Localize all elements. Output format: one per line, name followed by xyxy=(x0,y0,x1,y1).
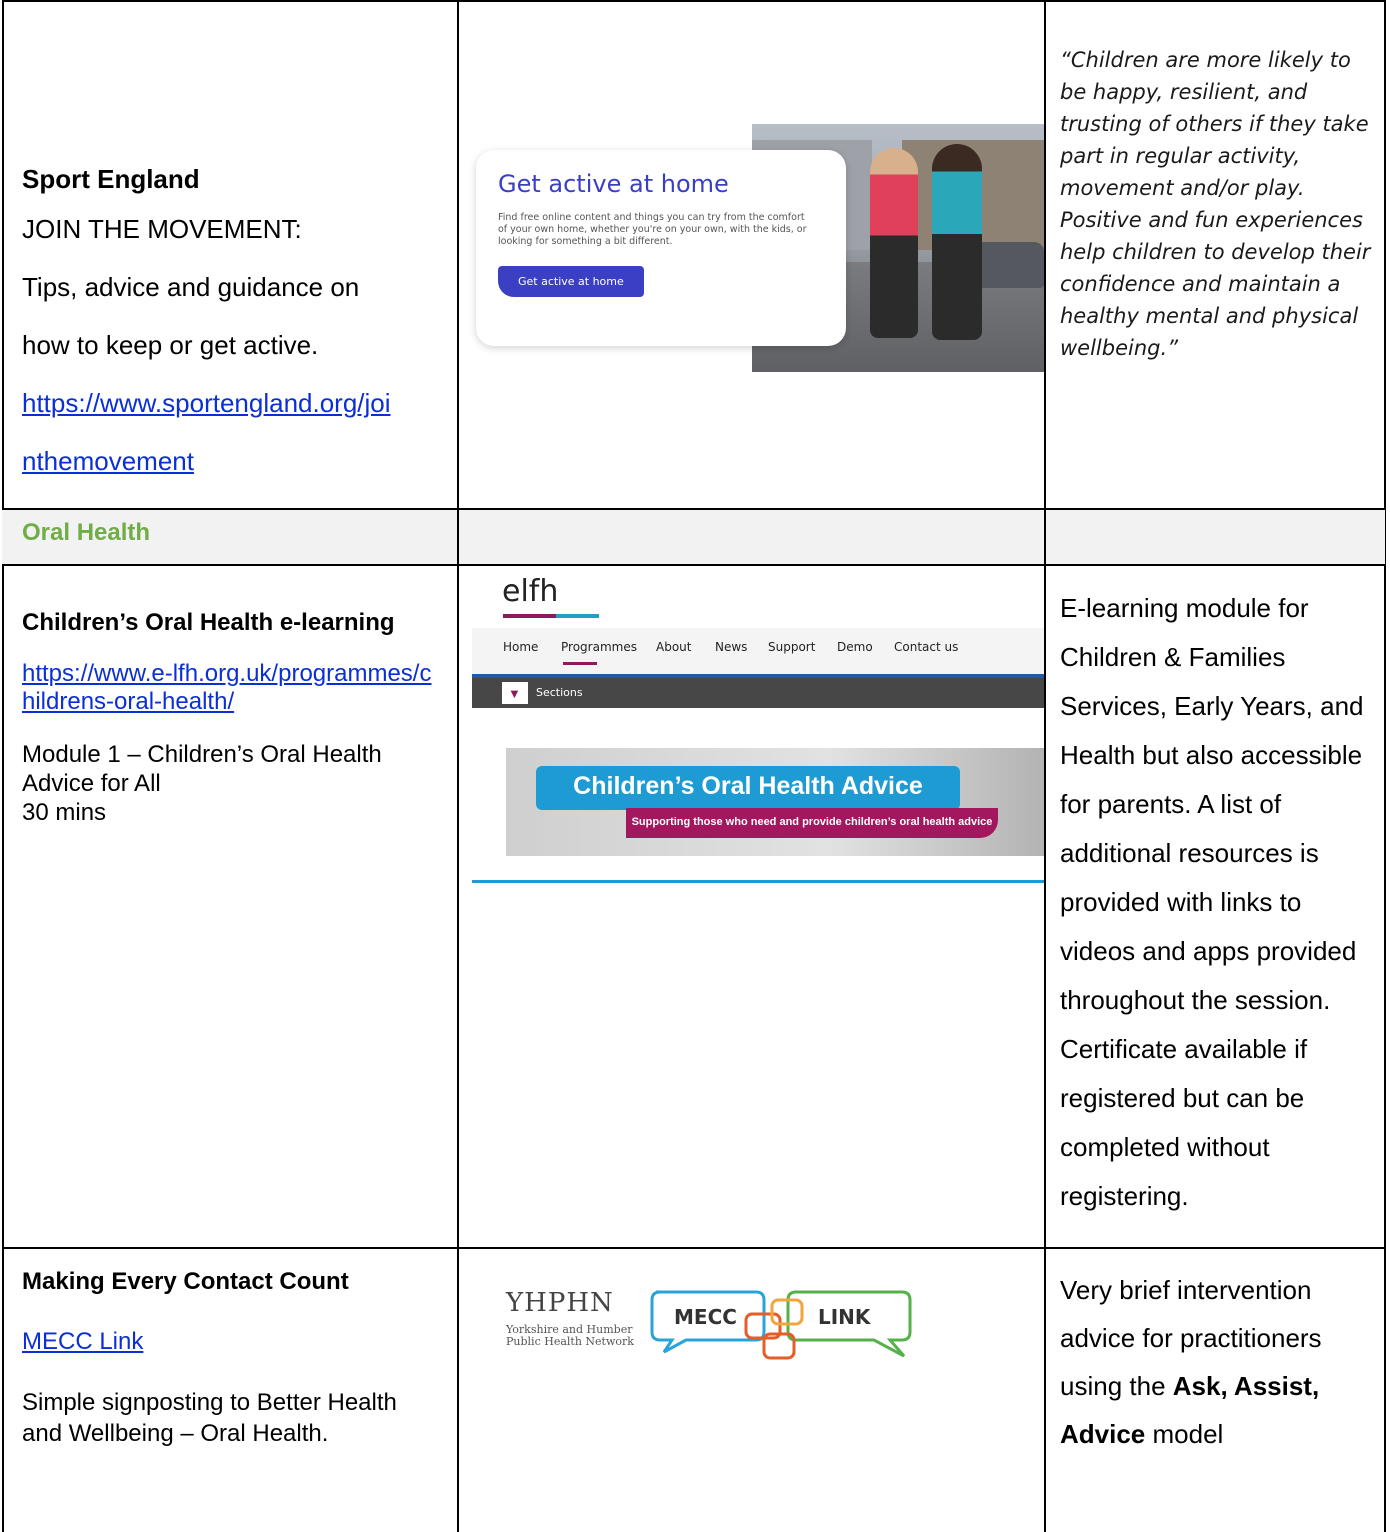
module-duration: 30 mins xyxy=(22,799,107,826)
module-title: Module 1 – Children’s Oral Health Advice… xyxy=(22,741,382,797)
mecc-title: Making Every Contact Count xyxy=(22,1268,349,1295)
band-divider-1 xyxy=(457,508,459,566)
nav-about[interactable]: About xyxy=(656,640,691,654)
oral-health-banner: Children’s Oral Health Advice Supporting… xyxy=(506,748,1044,856)
section-band xyxy=(2,509,1385,564)
org-title: Sport England xyxy=(22,164,200,194)
table-border-left xyxy=(2,0,4,1532)
oral-health-heading: Oral Health xyxy=(22,519,151,546)
sections-toggle[interactable]: ▼ xyxy=(502,682,528,704)
banner-title: Children’s Oral Health Advice xyxy=(573,772,923,800)
elfh-logo: elfh xyxy=(502,574,559,609)
nav-programmes[interactable]: Programmes xyxy=(561,640,637,654)
row-separator-1 xyxy=(2,508,1386,510)
mecc-desc-suffix: model xyxy=(1145,1419,1224,1449)
howto-text: how to keep or get active. xyxy=(22,330,319,360)
mecc-bubble-text: MECC xyxy=(674,1305,737,1329)
yhphn-name: YHPHN xyxy=(506,1288,614,1318)
link-bubble-text: LINK xyxy=(818,1305,872,1329)
sections-label: Sections xyxy=(536,686,583,699)
elfh-logo-bar xyxy=(503,614,599,618)
yhphn-sub-line2: Public Health Network xyxy=(506,1335,634,1348)
table-divider-2 xyxy=(1044,0,1046,1532)
elfh-screenshot: elfh Home Programmes About News Support … xyxy=(472,570,1044,890)
nav-home[interactable]: Home xyxy=(503,640,538,654)
banner-title-box: Children’s Oral Health Advice xyxy=(536,766,960,810)
wellbeing-quote: “Children are more likely to be happy, r… xyxy=(1060,48,1371,360)
get-active-heading: Get active at home xyxy=(498,170,729,198)
nav-news[interactable]: News xyxy=(715,640,747,654)
elfh-link[interactable]: https://www.e-lfh.org.uk/programmes/chil… xyxy=(22,660,442,716)
banner-subtitle: Supporting those who need and provide ch… xyxy=(631,816,993,828)
nav-contact[interactable]: Contact us xyxy=(894,640,958,654)
row-separator-3 xyxy=(2,1247,1386,1249)
course-description: E-learning module for Children & Familie… xyxy=(1060,593,1364,1211)
get-active-body: Find free online content and things you … xyxy=(498,212,807,247)
table-border-right xyxy=(1384,0,1386,1532)
join-text: JOIN THE MOVEMENT: xyxy=(22,214,302,244)
nav-active-underline xyxy=(563,662,597,665)
mecc-link[interactable]: MECC Link xyxy=(22,1327,442,1357)
nav-demo[interactable]: Demo xyxy=(837,640,873,654)
chevron-down-icon: ▼ xyxy=(508,686,521,701)
elfh-bottom-line xyxy=(472,880,1044,883)
sections-bar[interactable]: ▼ Sections xyxy=(472,678,1044,708)
mecc-description: Very brief intervention advice for pract… xyxy=(1060,1266,1380,1458)
sport-england-link-cont[interactable]: nthemovement xyxy=(22,432,442,490)
runner-left xyxy=(870,148,918,338)
mecc-text: Simple signposting to Better Health and … xyxy=(22,1389,397,1447)
band-divider-2 xyxy=(1044,508,1046,566)
get-active-image: Get active at home Find free online cont… xyxy=(476,124,1044,372)
sport-england-cell: Sport England JOIN THE MOVEMENT: Tips, a… xyxy=(22,158,442,490)
table-divider-1 xyxy=(457,0,459,1532)
sport-england-link[interactable]: https://www.sportengland.org/joi xyxy=(22,374,442,432)
course-title: Children’s Oral Health e-learning xyxy=(22,609,395,636)
oral-health-course-cell: Children’s Oral Health e-learning https:… xyxy=(22,608,442,827)
get-active-card: Get active at home Find free online cont… xyxy=(476,150,846,346)
banner-subtitle-box: Supporting those who need and provide ch… xyxy=(626,808,998,838)
elfh-nav: Home Programmes About News Support Demo … xyxy=(472,628,1044,678)
yhphn-subtitle: Yorkshire and Humber Public Health Netwo… xyxy=(506,1324,634,1348)
mecc-cell: Making Every Contact Count MECC Link Sim… xyxy=(22,1267,442,1449)
runner-right xyxy=(932,144,982,340)
table-border-top xyxy=(2,0,1386,2)
tips-text: Tips, advice and guidance on xyxy=(22,272,360,302)
get-active-button[interactable]: Get active at home xyxy=(498,266,644,297)
yhphn-logo: YHPHN Yorkshire and Humber Public Health… xyxy=(506,1286,926,1366)
mecc-link-logo: MECC LINK xyxy=(650,1290,912,1360)
nav-support[interactable]: Support xyxy=(768,640,815,654)
row-separator-2 xyxy=(2,564,1386,566)
